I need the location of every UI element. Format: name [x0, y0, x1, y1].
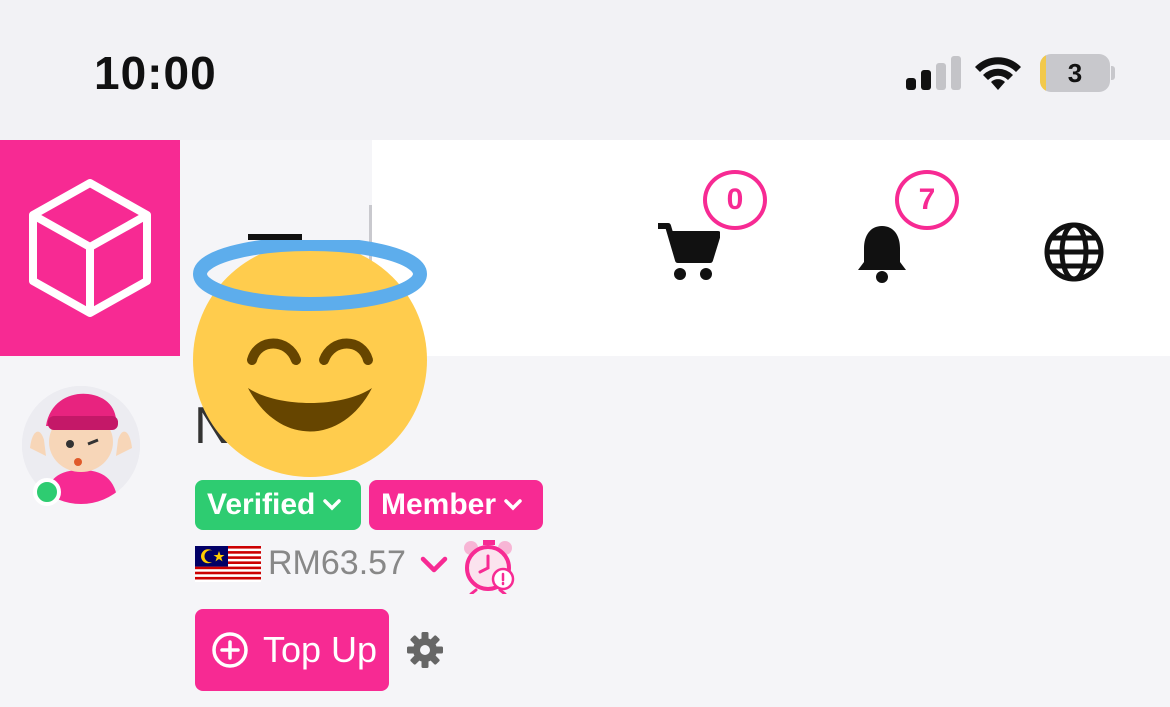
wallet-balance: RM63.57 [268, 544, 406, 582]
cellular-signal-icon [906, 56, 962, 90]
verified-tag[interactable]: Verified [195, 480, 361, 530]
battery-nub [1111, 66, 1115, 80]
top-up-label: Top Up [263, 629, 378, 670]
chevron-down-icon [323, 499, 342, 511]
gear-icon[interactable] [406, 631, 444, 669]
alarm-clock-icon[interactable] [461, 538, 517, 594]
bell-icon[interactable] [856, 222, 908, 284]
plus-circle-icon [212, 632, 248, 668]
chevron-down-icon[interactable] [420, 556, 448, 574]
globe-icon[interactable] [1043, 221, 1105, 283]
box-icon [29, 179, 151, 317]
cart-count-badge: 0 [703, 170, 767, 230]
chevron-down-icon [504, 499, 522, 511]
malaysia-flag-icon [195, 546, 261, 582]
status-time: 10:00 [94, 47, 217, 99]
battery-icon: 3 [1040, 54, 1110, 92]
member-tag[interactable]: Member [369, 480, 543, 530]
member-label: Member [381, 488, 497, 521]
status-bar: 10:00 3 [0, 0, 1170, 140]
cart-icon[interactable] [656, 222, 720, 284]
top-up-button[interactable]: Top Up [195, 609, 389, 691]
verified-label: Verified [207, 488, 316, 521]
battery-level: 3 [1067, 58, 1083, 88]
notification-count-badge: 7 [895, 170, 959, 230]
online-status-indicator [33, 478, 61, 506]
smiling-face-with-halo-icon [193, 240, 427, 477]
wifi-icon [975, 57, 1021, 90]
app-logo[interactable] [0, 140, 180, 356]
